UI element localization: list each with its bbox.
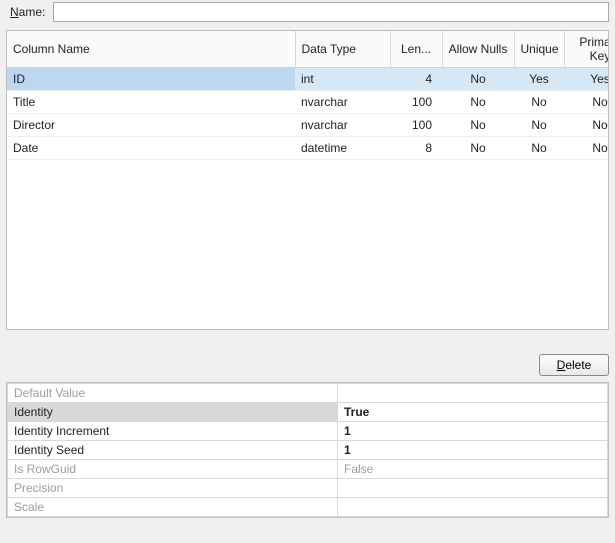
table-row[interactable]: IDint4NoYesYes [7, 68, 609, 91]
property-key: Identity [8, 403, 338, 422]
property-key: Identity Seed [8, 441, 338, 460]
delete-button[interactable]: Delete [539, 354, 609, 376]
property-row[interactable]: Identity Seed1 [8, 441, 608, 460]
table-row[interactable]: Directornvarchar100NoNoNo [7, 114, 609, 137]
property-value[interactable] [338, 384, 608, 403]
cell-nulls[interactable]: No [442, 137, 514, 160]
cell-pk[interactable]: No [564, 91, 609, 114]
cell-pk[interactable]: Yes [564, 68, 609, 91]
name-label: Name: [10, 5, 45, 19]
grid-header-row[interactable]: Column Name Data Type Len... Allow Nulls… [7, 31, 609, 68]
cell-nulls[interactable]: No [442, 91, 514, 114]
cell-type[interactable]: nvarchar [295, 114, 390, 137]
cell-unique[interactable]: Yes [514, 68, 564, 91]
cell-type[interactable]: int [295, 68, 390, 91]
cell-name[interactable]: ID [7, 68, 295, 91]
name-input[interactable] [53, 2, 609, 22]
property-key: Identity Increment [8, 422, 338, 441]
button-row: Delete [0, 354, 615, 382]
header-column-name[interactable]: Column Name [7, 31, 295, 68]
properties-panel[interactable]: Default ValueIdentityTrueIdentity Increm… [6, 382, 609, 518]
name-field-row: Name: [0, 0, 615, 28]
property-row[interactable]: Precision [8, 479, 608, 498]
cell-unique[interactable]: No [514, 137, 564, 160]
header-length[interactable]: Len... [390, 31, 442, 68]
property-key: Scale [8, 498, 338, 517]
property-row[interactable]: Identity Increment1 [8, 422, 608, 441]
property-key: Default Value [8, 384, 338, 403]
cell-unique[interactable]: No [514, 114, 564, 137]
property-value[interactable]: 1 [338, 422, 608, 441]
cell-type[interactable]: datetime [295, 137, 390, 160]
cell-len[interactable]: 100 [390, 91, 442, 114]
cell-pk[interactable]: No [564, 114, 609, 137]
table-row[interactable]: Datedatetime8NoNoNo [7, 137, 609, 160]
property-value[interactable]: 1 [338, 441, 608, 460]
property-value[interactable]: False [338, 460, 608, 479]
property-row[interactable]: IdentityTrue [8, 403, 608, 422]
table-row[interactable]: Titlenvarchar100NoNoNo [7, 91, 609, 114]
property-key: Is RowGuid [8, 460, 338, 479]
header-allow-nulls[interactable]: Allow Nulls [442, 31, 514, 68]
property-row[interactable]: Default Value [8, 384, 608, 403]
property-value[interactable]: True [338, 403, 608, 422]
cell-type[interactable]: nvarchar [295, 91, 390, 114]
property-row[interactable]: Is RowGuidFalse [8, 460, 608, 479]
cell-len[interactable]: 100 [390, 114, 442, 137]
cell-name[interactable]: Date [7, 137, 295, 160]
cell-pk[interactable]: No [564, 137, 609, 160]
cell-name[interactable]: Title [7, 91, 295, 114]
cell-len[interactable]: 8 [390, 137, 442, 160]
cell-unique[interactable]: No [514, 91, 564, 114]
columns-grid[interactable]: Column Name Data Type Len... Allow Nulls… [6, 30, 609, 330]
header-data-type[interactable]: Data Type [295, 31, 390, 68]
cell-nulls[interactable]: No [442, 68, 514, 91]
property-value[interactable] [338, 479, 608, 498]
spacer [0, 336, 615, 354]
cell-len[interactable]: 4 [390, 68, 442, 91]
property-row[interactable]: Scale [8, 498, 608, 517]
header-unique[interactable]: Unique [514, 31, 564, 68]
property-value[interactable] [338, 498, 608, 517]
cell-nulls[interactable]: No [442, 114, 514, 137]
cell-name[interactable]: Director [7, 114, 295, 137]
header-primary-key[interactable]: Primary Key [564, 31, 609, 68]
property-key: Precision [8, 479, 338, 498]
